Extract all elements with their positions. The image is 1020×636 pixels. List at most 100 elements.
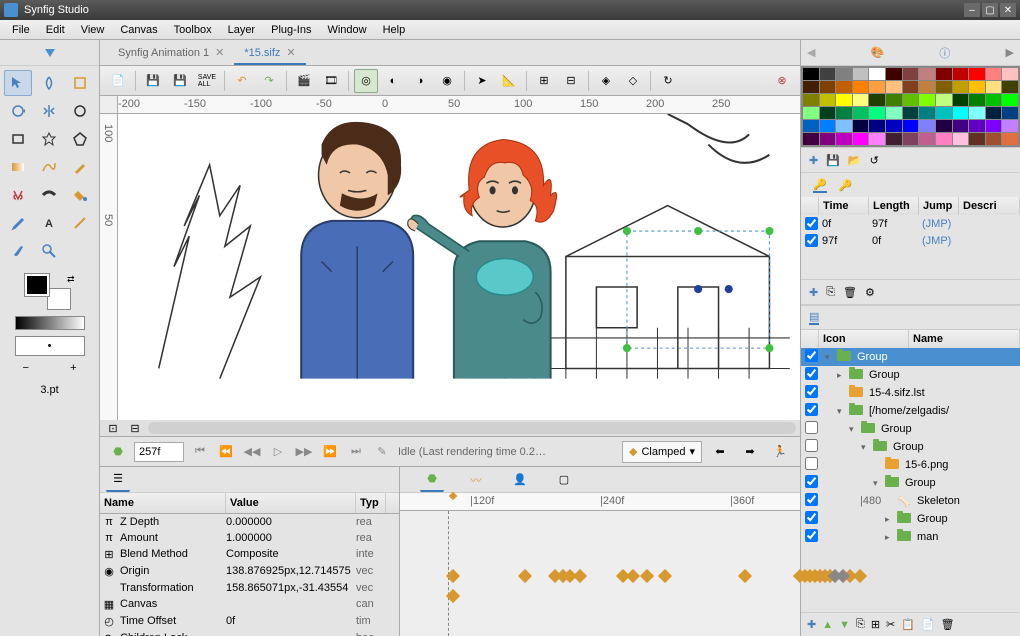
nav-back-icon[interactable]: ◀ [807, 46, 815, 59]
palette-color[interactable] [986, 107, 1002, 119]
palette-color[interactable] [903, 94, 919, 106]
layer-visible-checkbox[interactable] [805, 367, 818, 380]
expand-toggle[interactable]: ▸ [885, 514, 897, 525]
palette-color[interactable] [853, 133, 869, 145]
palette-color[interactable] [953, 68, 969, 80]
remove-keyframe-button[interactable]: 🗑 [843, 286, 857, 299]
keyframe-alt-tab[interactable]: 🔑 [839, 179, 853, 192]
pointer-button[interactable]: ➤ [470, 69, 494, 93]
undo-button[interactable]: ↶ [230, 69, 254, 93]
layer-row[interactable]: ▸Group [801, 510, 1020, 528]
gradient-selector[interactable] [15, 316, 85, 330]
palette-color[interactable] [936, 133, 952, 145]
load-palette-button[interactable]: 📂 [848, 154, 862, 167]
rotate-tool[interactable] [4, 98, 32, 124]
palette-color[interactable] [803, 133, 819, 145]
keyframe-lock-past-button[interactable]: ⬅ [708, 440, 732, 464]
palette-color[interactable] [936, 81, 952, 93]
param-row[interactable]: πZ Depth0.000000rea [100, 514, 399, 530]
cut-layer-button[interactable]: ✂ [886, 618, 895, 631]
menu-view[interactable]: View [73, 22, 113, 38]
layer-visible-checkbox[interactable] [805, 511, 818, 524]
param-row[interactable]: ◴Time Offset0ftim [100, 613, 399, 630]
layer-row[interactable]: 15-6.png [801, 456, 1020, 474]
palette-color[interactable] [820, 94, 836, 106]
palette-color[interactable] [936, 68, 952, 80]
layer-visible-checkbox[interactable] [805, 493, 818, 506]
star-tool[interactable] [35, 126, 63, 152]
scale-tool[interactable] [66, 70, 94, 96]
palette-color[interactable] [803, 81, 819, 93]
maximize-button[interactable]: ▢ [982, 3, 998, 17]
layer-row[interactable]: ▾[/home/zelgadis/ [801, 402, 1020, 420]
palette-color[interactable] [1002, 81, 1018, 93]
layer-row[interactable]: 15-4.sifz.lst [801, 384, 1020, 402]
palette-color[interactable] [1002, 107, 1018, 119]
param-row[interactable]: ⟳Children Lockboo [100, 630, 399, 636]
timeline-tracks[interactable] [400, 511, 800, 636]
copy-layer-button[interactable]: 📋 [901, 618, 915, 631]
document-tab[interactable]: Synfig Animation 1✕ [108, 42, 234, 65]
expand-toggle[interactable]: ▸ [837, 370, 849, 381]
close-button[interactable]: ✕ [1000, 3, 1016, 17]
kf-col-descr[interactable]: Descri [959, 197, 1020, 215]
preview-button[interactable]: 🎞 [319, 69, 343, 93]
increase-button[interactable]: + [70, 362, 76, 374]
onion-skin-button[interactable]: ◎ [354, 69, 378, 93]
palette-color[interactable] [836, 107, 852, 119]
timetrack-tab[interactable]: ⬣ [420, 468, 444, 492]
layer-down-button[interactable]: ▼ [839, 619, 850, 631]
circle-tool[interactable] [66, 98, 94, 124]
brush-tool[interactable] [4, 238, 32, 264]
palette-color[interactable] [953, 107, 969, 119]
eyedrop-tool[interactable] [4, 210, 32, 236]
menu-help[interactable]: Help [375, 22, 414, 38]
nav-forward-icon[interactable]: ▶ [1006, 46, 1014, 59]
menu-toolbox[interactable]: Toolbox [166, 22, 220, 38]
palette-color[interactable] [886, 94, 902, 106]
layer-visible-checkbox[interactable] [805, 421, 818, 434]
layer-row[interactable]: ▾Group [801, 420, 1020, 438]
expand-toggle[interactable]: ▾ [861, 442, 873, 453]
dup-keyframe-button[interactable]: ⎘ [826, 286, 835, 299]
palette-color[interactable] [969, 133, 985, 145]
palette-color[interactable] [886, 107, 902, 119]
palette-color[interactable] [953, 133, 969, 145]
transform-tool[interactable] [4, 70, 32, 96]
layer-visible-checkbox[interactable] [805, 457, 818, 470]
palette-color[interactable] [919, 68, 935, 80]
palette-color[interactable] [836, 133, 852, 145]
timeline-ruler[interactable]: |120f|240f|360f|480 [400, 493, 800, 511]
close-icon[interactable]: ✕ [286, 46, 295, 59]
palette-color[interactable] [986, 81, 1002, 93]
interpolation-select[interactable]: ◆ Clamped ▾ [622, 441, 702, 463]
onion-settings-button[interactable]: ◉ [435, 69, 459, 93]
params-col-type[interactable]: Typ [356, 493, 386, 513]
bg-color[interactable] [47, 288, 71, 310]
palette-color[interactable] [820, 81, 836, 93]
layer-visible-checkbox[interactable] [805, 439, 818, 452]
palette-color[interactable] [919, 81, 935, 93]
palette-color[interactable] [969, 94, 985, 106]
dup-layer-button[interactable]: ⎘ [856, 618, 865, 631]
play-button[interactable]: ▷ [268, 442, 288, 462]
palette-color[interactable] [986, 120, 1002, 132]
default-palette-button[interactable]: ↺ [870, 154, 879, 167]
palette-color[interactable] [853, 94, 869, 106]
palette-color[interactable] [986, 94, 1002, 106]
expand-toggle[interactable]: ▾ [849, 424, 861, 435]
zoom-tool[interactable] [35, 238, 63, 264]
keyframe-row[interactable]: 0f97f(JMP) [801, 215, 1020, 232]
kf-enable-checkbox[interactable] [805, 234, 818, 247]
palette-color[interactable] [869, 68, 885, 80]
keyframe-row[interactable]: 97f0f(JMP) [801, 232, 1020, 249]
seek-end-button[interactable]: ⏭ [346, 442, 366, 462]
palette-color[interactable] [936, 94, 952, 106]
mirror-tool[interactable] [35, 98, 63, 124]
palette-color[interactable] [803, 94, 819, 106]
width-tool[interactable] [35, 182, 63, 208]
params-tab-icon[interactable]: ☰ [106, 468, 130, 492]
palette-color[interactable] [820, 68, 836, 80]
params-col-name[interactable]: Name [100, 493, 226, 513]
polygon-tool[interactable] [66, 126, 94, 152]
